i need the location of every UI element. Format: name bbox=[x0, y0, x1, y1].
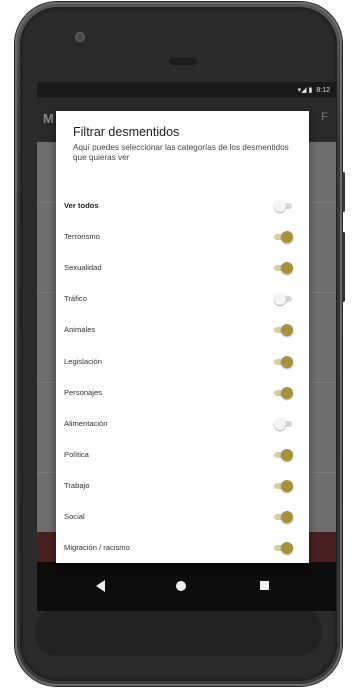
filter-option-label: Social bbox=[64, 512, 85, 521]
status-bar: ▾◢ ▮ 8:12 bbox=[37, 82, 336, 98]
filter-option-row[interactable]: Personajes bbox=[56, 380, 309, 406]
power-button bbox=[342, 172, 345, 212]
filter-option-row[interactable]: Legislación bbox=[56, 349, 309, 375]
filter-option-toggle[interactable] bbox=[274, 200, 292, 212]
filter-option-row[interactable]: Política bbox=[56, 442, 309, 468]
toggle-thumb bbox=[281, 386, 293, 399]
signal-icons: ▾◢ ▮ bbox=[297, 87, 313, 94]
toggle-thumb bbox=[274, 417, 286, 430]
filter-option-label: Alimentación bbox=[64, 418, 108, 428]
filter-option-row[interactable]: Trabajo bbox=[56, 473, 309, 499]
toggle-thumb bbox=[281, 324, 293, 337]
filter-option-row[interactable]: Migración / racismo bbox=[56, 535, 309, 561]
toggle-thumb bbox=[274, 293, 286, 306]
filter-option-toggle[interactable] bbox=[274, 448, 293, 461]
filter-option-label: Tráfico bbox=[64, 294, 87, 304]
volume-button bbox=[342, 232, 345, 302]
filter-option-label: Personajes bbox=[64, 387, 102, 397]
back-triangle-icon[interactable] bbox=[96, 580, 105, 592]
toggle-thumb bbox=[281, 448, 293, 461]
toggle-thumb bbox=[281, 479, 293, 492]
filter-option-row[interactable]: Ver todos bbox=[56, 193, 309, 219]
filter-option-toggle[interactable] bbox=[274, 355, 293, 368]
speaker-grille bbox=[169, 58, 197, 65]
toggle-thumb bbox=[281, 262, 293, 275]
filter-option-label: Terrorismo bbox=[64, 232, 100, 242]
toggle-thumb bbox=[281, 542, 293, 555]
filter-option-toggle[interactable] bbox=[274, 417, 292, 430]
filter-option-toggle[interactable] bbox=[274, 511, 293, 523]
filter-option-toggle[interactable] bbox=[274, 262, 293, 275]
filter-option-toggle[interactable] bbox=[274, 386, 293, 399]
filter-option-label: Migración / racismo bbox=[64, 543, 130, 553]
filter-option-label: Sexualidad bbox=[64, 263, 102, 273]
toggle-thumb bbox=[281, 511, 293, 523]
app-title-fragment: M bbox=[43, 111, 54, 126]
navigation-bar bbox=[37, 562, 336, 611]
toggle-thumb bbox=[274, 200, 286, 212]
filter-option-label: Política bbox=[64, 449, 89, 459]
filter-option-label: Trabajo bbox=[64, 480, 90, 490]
toggle-thumb bbox=[281, 231, 293, 244]
filter-dialog: Filtrar desmentidos Aquí puedes seleccio… bbox=[56, 111, 309, 563]
filter-option-label: Legislación bbox=[64, 356, 102, 366]
dialog-description: Aquí puedes seleccionar las categorías d… bbox=[73, 143, 289, 162]
filter-option-row[interactable]: Tráfico bbox=[56, 286, 309, 312]
home-circle-icon[interactable] bbox=[176, 581, 186, 591]
filter-option-row[interactable]: Sexualidad bbox=[56, 255, 309, 281]
dialog-title: Filtrar desmentidos bbox=[73, 125, 180, 139]
status-time: 8:12 bbox=[316, 86, 330, 94]
filter-option-toggle[interactable] bbox=[274, 479, 293, 492]
filter-option-toggle[interactable] bbox=[274, 542, 293, 555]
recents-square-icon[interactable] bbox=[260, 581, 269, 590]
filter-option-toggle[interactable] bbox=[274, 293, 292, 306]
bottom-bezel bbox=[35, 608, 322, 656]
filter-option-row[interactable]: Social bbox=[56, 504, 309, 530]
filter-option-label: Ver todos bbox=[64, 201, 99, 210]
app-action-fragment[interactable]: F bbox=[321, 111, 328, 123]
filter-option-row[interactable]: Animales bbox=[56, 317, 309, 343]
camera-icon bbox=[75, 32, 85, 42]
filter-option-toggle[interactable] bbox=[274, 231, 293, 244]
toggle-thumb bbox=[281, 355, 293, 368]
filter-option-label: Animales bbox=[64, 325, 96, 335]
filter-option-toggle[interactable] bbox=[274, 324, 293, 337]
filter-option-row[interactable]: Alimentación bbox=[56, 411, 309, 437]
filter-option-row[interactable]: Terrorismo bbox=[56, 224, 309, 250]
